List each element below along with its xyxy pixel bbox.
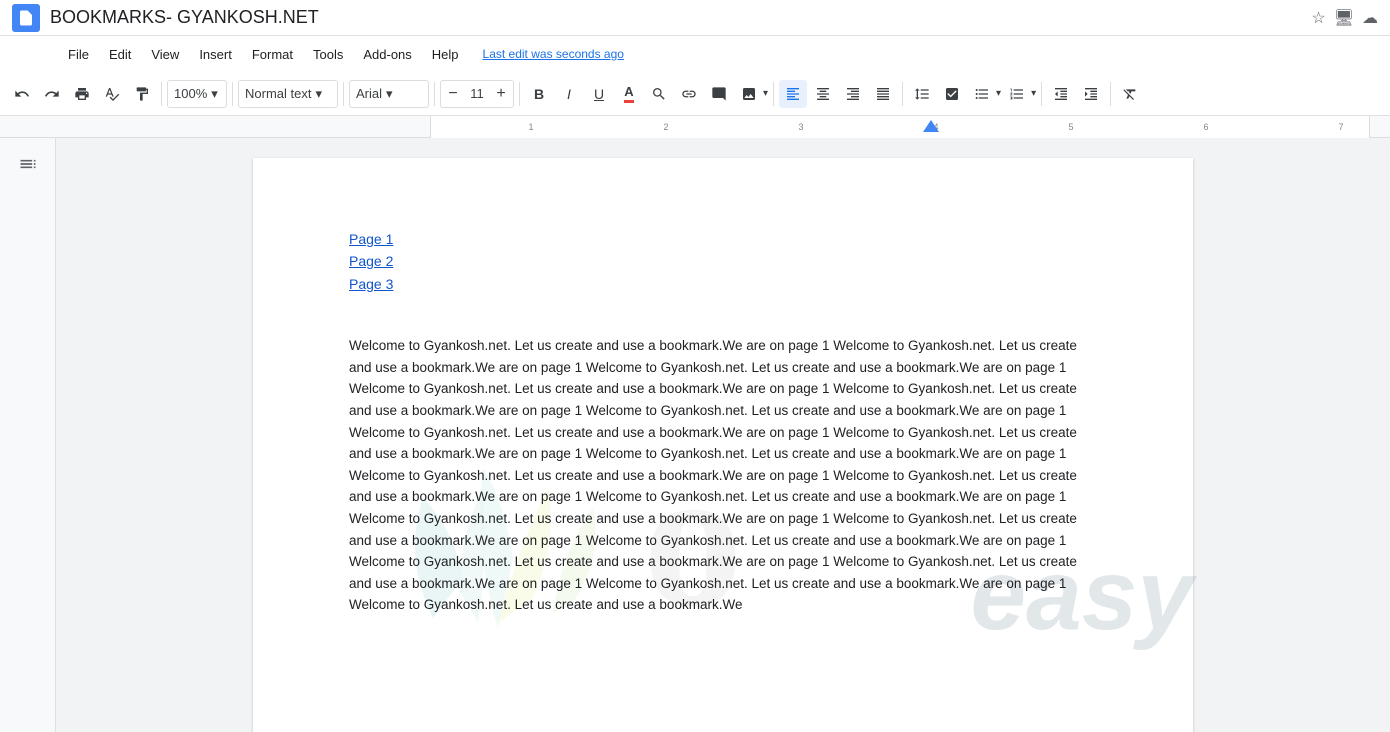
- svg-text:3: 3: [798, 122, 803, 132]
- sep-8: [1041, 82, 1042, 106]
- comment-button[interactable]: [705, 80, 733, 108]
- line-spacing-button[interactable]: [908, 80, 936, 108]
- cloud-status-icon[interactable]: ☁: [1362, 8, 1378, 28]
- zoom-arrow: ▾: [211, 86, 218, 102]
- left-sidebar: [0, 138, 56, 732]
- outline-icon[interactable]: [18, 154, 38, 180]
- spellcheck-button[interactable]: [98, 80, 126, 108]
- toc-page3[interactable]: Page 3: [349, 273, 1097, 295]
- sep-1: [161, 82, 162, 106]
- undo-button[interactable]: [8, 80, 36, 108]
- save-to-drive-icon[interactable]: 🖥: [1334, 8, 1354, 28]
- last-edit-status: Last edit was seconds ago: [483, 47, 624, 61]
- highlight-button[interactable]: [645, 80, 673, 108]
- decrease-indent-button[interactable]: [1047, 80, 1075, 108]
- menu-insert[interactable]: Insert: [191, 43, 240, 66]
- dropdown-arrow-image[interactable]: ▾: [763, 88, 768, 99]
- toc-section: Page 1 Page 2 Page 3: [349, 228, 1097, 295]
- main-area: o easy Page 1 Page 2 Page 3 Welcome to G…: [0, 138, 1390, 732]
- sep-4: [434, 82, 435, 106]
- sep-2: [232, 82, 233, 106]
- font-size-control: − 11 +: [440, 80, 514, 108]
- bullet-list-arrow[interactable]: ▾: [996, 88, 1001, 99]
- font-color-label: A: [624, 84, 633, 103]
- font-value: Arial: [356, 86, 382, 101]
- menu-format[interactable]: Format: [244, 43, 301, 66]
- link-button[interactable]: [675, 80, 703, 108]
- font-size-value[interactable]: 11: [465, 86, 489, 101]
- svg-text:6: 6: [1203, 122, 1208, 132]
- svg-text:2: 2: [663, 122, 668, 132]
- menu-bar: File Edit View Insert Format Tools Add-o…: [0, 36, 1390, 72]
- menu-help[interactable]: Help: [424, 43, 467, 66]
- page-content: Page 1 Page 2 Page 3 Welcome to Gyankosh…: [349, 228, 1097, 616]
- font-arrow: ▾: [386, 86, 393, 102]
- underline-button[interactable]: U: [585, 80, 613, 108]
- ruler: 1 2 3 4 5 6 7: [0, 116, 1390, 138]
- body-text[interactable]: Welcome to Gyankosh.net. Let us create a…: [349, 335, 1097, 616]
- checklist-button[interactable]: [938, 80, 966, 108]
- align-center-button[interactable]: [809, 80, 837, 108]
- bullet-list-button[interactable]: [968, 80, 996, 108]
- increase-indent-button[interactable]: [1077, 80, 1105, 108]
- redo-button[interactable]: [38, 80, 66, 108]
- svg-text:7: 7: [1338, 122, 1343, 132]
- title-icon-group: ☆ 🖥 ☁: [1311, 8, 1378, 28]
- print-button[interactable]: [68, 80, 96, 108]
- align-right-button[interactable]: [839, 80, 867, 108]
- numbered-list-arrow[interactable]: ▾: [1031, 88, 1036, 99]
- document-area[interactable]: o easy Page 1 Page 2 Page 3 Welcome to G…: [56, 138, 1390, 732]
- style-dropdown[interactable]: Normal text ▾: [238, 80, 338, 108]
- svg-text:1: 1: [528, 122, 533, 132]
- italic-button[interactable]: I: [555, 80, 583, 108]
- insert-image-button[interactable]: [735, 80, 763, 108]
- toc-page2[interactable]: Page 2: [349, 250, 1097, 272]
- star-icon[interactable]: ☆: [1311, 8, 1325, 28]
- menu-edit[interactable]: Edit: [101, 43, 139, 66]
- sep-7: [902, 82, 903, 106]
- menu-tools[interactable]: Tools: [305, 43, 351, 66]
- font-color-button[interactable]: A: [615, 80, 643, 108]
- paint-format-button[interactable]: [128, 80, 156, 108]
- font-size-increase[interactable]: +: [489, 80, 513, 108]
- sep-9: [1110, 82, 1111, 106]
- title-bar: BOOKMARKS- GYANKOSH.NET ☆ 🖥 ☁: [0, 0, 1390, 36]
- align-left-button[interactable]: [779, 80, 807, 108]
- menu-view[interactable]: View: [143, 43, 187, 66]
- sep-3: [343, 82, 344, 106]
- toolbar: 100% ▾ Normal text ▾ Arial ▾ − 11 + B I …: [0, 72, 1390, 116]
- zoom-value: 100%: [174, 86, 207, 101]
- align-justify-button[interactable]: [869, 80, 897, 108]
- svg-text:5: 5: [1068, 122, 1073, 132]
- sep-6: [773, 82, 774, 106]
- style-arrow: ▾: [315, 86, 322, 102]
- menu-addons[interactable]: Add-ons: [355, 43, 419, 66]
- clear-format-button[interactable]: [1116, 80, 1144, 108]
- style-value: Normal text: [245, 86, 311, 101]
- ruler-inner: 1 2 3 4 5 6 7: [430, 116, 1370, 138]
- bold-button[interactable]: B: [525, 80, 553, 108]
- numbered-list-button[interactable]: [1003, 80, 1031, 108]
- sep-5: [519, 82, 520, 106]
- doc-app-icon[interactable]: [12, 4, 40, 32]
- toc-page1[interactable]: Page 1: [349, 228, 1097, 250]
- font-size-decrease[interactable]: −: [441, 80, 465, 108]
- document-title[interactable]: BOOKMARKS- GYANKOSH.NET: [50, 7, 1311, 28]
- font-dropdown[interactable]: Arial ▾: [349, 80, 429, 108]
- page[interactable]: o easy Page 1 Page 2 Page 3 Welcome to G…: [253, 158, 1193, 732]
- menu-file[interactable]: File: [60, 43, 97, 66]
- zoom-dropdown[interactable]: 100% ▾: [167, 80, 227, 108]
